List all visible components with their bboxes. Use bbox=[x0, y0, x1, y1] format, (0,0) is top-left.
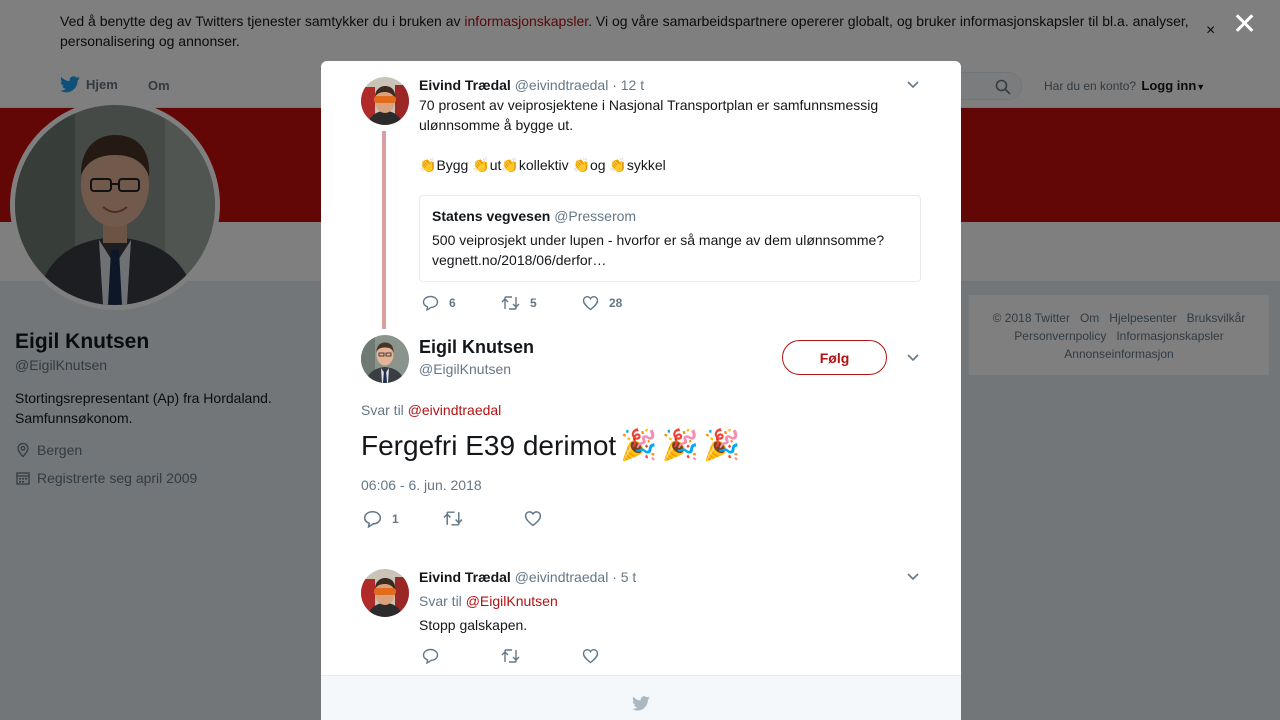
quoted-tweet-header: Statens vegvesen @Presserom bbox=[432, 208, 908, 224]
heart-icon bbox=[582, 648, 599, 664]
quoted-tweet-author-handle: @Presserom bbox=[554, 208, 637, 224]
tweet1-like-button[interactable]: 28 bbox=[582, 295, 622, 311]
reply-icon bbox=[422, 648, 439, 664]
heart-icon bbox=[582, 295, 599, 311]
reply-icon bbox=[422, 295, 439, 311]
tweet1-author-name[interactable]: Eivind Trædal bbox=[419, 77, 511, 93]
clapping-hands-icon: 👏 bbox=[501, 157, 519, 173]
main-tweet-timestamp[interactable]: 06:06 - 6. jun. 2018 bbox=[361, 477, 482, 493]
tweet1-word-4: og bbox=[589, 157, 606, 173]
tweet1-like-count: 28 bbox=[609, 296, 623, 310]
tweet1-word-3: kollektiv bbox=[518, 157, 569, 173]
main-tweet-chevron-down-icon[interactable] bbox=[907, 354, 919, 362]
retweet-icon bbox=[501, 649, 520, 663]
clapping-hands-icon: 👏 bbox=[419, 157, 437, 173]
tweet3-reply-mention[interactable]: @EigilKnutsen bbox=[466, 593, 558, 609]
tweet1-reply-button[interactable]: 6 bbox=[422, 295, 456, 311]
tweet3-reply-label: Svar til bbox=[419, 593, 462, 609]
tweet1-emoji-line: 👏 Bygg 👏 ut 👏 kollektiv 👏 og 👏 sykkel bbox=[419, 155, 919, 175]
main-tweet-author-name[interactable]: Eigil Knutsen bbox=[419, 337, 534, 358]
main-tweet-reply-context: Svar til @eivindtraedal bbox=[361, 402, 501, 418]
tweet1-retweet-button[interactable]: 5 bbox=[501, 295, 537, 311]
thread-line bbox=[382, 131, 386, 329]
heart-icon bbox=[524, 511, 542, 527]
tweet1-retweet-count: 5 bbox=[530, 296, 537, 310]
tweet3-reply-button[interactable] bbox=[422, 648, 439, 664]
tweet3-author-handle[interactable]: @eivindtraedal bbox=[515, 569, 609, 585]
main-tweet-reply-count: 1 bbox=[392, 512, 399, 526]
tweet3-text: Stopp galskapen. bbox=[419, 617, 528, 633]
main-tweet-reply-label: Svar til bbox=[361, 402, 404, 418]
party-popper-icon: 🎉 bbox=[702, 429, 741, 462]
main-tweet-reply-button[interactable]: 1 bbox=[363, 510, 399, 528]
party-popper-icon: 🎉 bbox=[620, 429, 658, 462]
retweet-icon bbox=[443, 511, 463, 526]
tweet3-time[interactable]: · 5 t bbox=[612, 569, 636, 585]
tweet1-avatar[interactable] bbox=[361, 77, 409, 125]
tweet3-chevron-down-icon[interactable] bbox=[907, 573, 919, 581]
reply-icon bbox=[363, 510, 382, 528]
main-tweet-text: Fergefri E39 derimot bbox=[361, 429, 617, 461]
tweet3-reply-context: Svar til @EigilKnutsen bbox=[419, 593, 558, 609]
main-tweet-author-handle[interactable]: @EigilKnutsen bbox=[419, 361, 511, 377]
main-tweet-like-button[interactable] bbox=[524, 510, 542, 527]
main-tweet-retweet-button[interactable] bbox=[443, 510, 463, 527]
tweet3-header: Eivind Trædal @eivindtraedal · 5 t bbox=[419, 569, 636, 585]
twitter-bird-icon bbox=[632, 696, 650, 711]
quoted-tweet[interactable]: Statens vegvesen @Presserom 500 veiprosj… bbox=[419, 195, 921, 282]
retweet-icon bbox=[501, 296, 520, 310]
tweet-permalink-modal: Eivind Trædal @eivindtraedal · 12 t 70 p… bbox=[321, 61, 961, 720]
clapping-hands-icon: 👏 bbox=[609, 157, 627, 173]
main-tweet-text-line: Fergefri E39 derimot 🎉 🎉 🎉 bbox=[361, 428, 740, 463]
quoted-tweet-text: 500 veiprosjekt under lupen - hvorfor er… bbox=[432, 232, 885, 268]
tweet1-text: 70 prosent av veiprosjektene i Nasjonal … bbox=[419, 97, 879, 133]
tweet3-like-button[interactable] bbox=[582, 648, 599, 664]
quoted-tweet-author-name: Statens vegvesen bbox=[432, 208, 551, 224]
tweet1-author-handle[interactable]: @eivindtraedal bbox=[515, 77, 609, 93]
tweet3-author-name[interactable]: Eivind Trædal bbox=[419, 569, 511, 585]
tweet1-chevron-down-icon[interactable] bbox=[907, 81, 919, 89]
close-icon[interactable]: ✕ bbox=[1232, 10, 1257, 40]
tweet1-word-1: Bygg bbox=[436, 157, 469, 173]
main-tweet-avatar[interactable] bbox=[361, 335, 409, 383]
party-popper-icon: 🎉 bbox=[661, 429, 699, 462]
clapping-hands-icon: 👏 bbox=[572, 157, 590, 173]
main-tweet-reply-mention[interactable]: @eivindtraedal bbox=[408, 402, 502, 418]
tweet1-word-5: sykkel bbox=[626, 157, 666, 173]
tweet1-reply-count: 6 bbox=[449, 296, 456, 310]
tweet3-retweet-button[interactable] bbox=[501, 648, 520, 664]
tweet1-word-2: ut bbox=[489, 157, 502, 173]
modal-footer bbox=[321, 675, 961, 720]
follow-button[interactable]: Følg bbox=[782, 340, 887, 375]
tweet1-time[interactable]: · 12 t bbox=[612, 77, 644, 93]
tweet3-avatar[interactable] bbox=[361, 569, 409, 617]
clapping-hands-icon: 👏 bbox=[472, 157, 490, 173]
tweet1-header: Eivind Trædal @eivindtraedal · 12 t bbox=[419, 77, 644, 93]
